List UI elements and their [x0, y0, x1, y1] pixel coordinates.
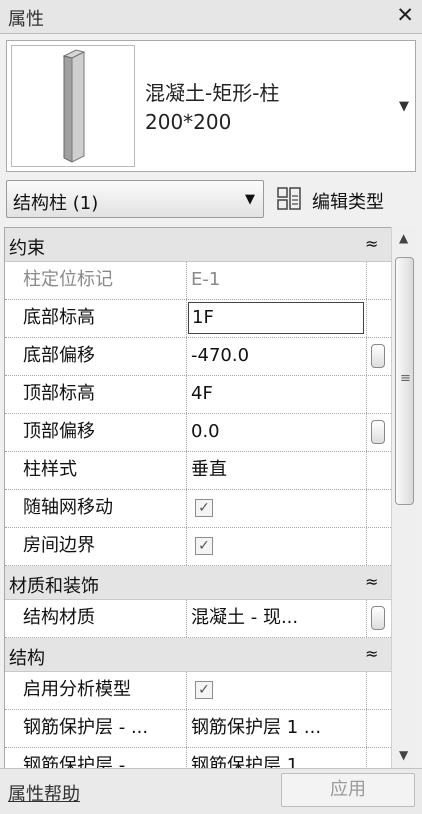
filter-row: 结构柱 (1) ▼ 编辑类型 [6, 178, 418, 222]
column-preview-image [11, 45, 135, 167]
property-row[interactable]: 随轴网移动 ✓ [5, 490, 391, 528]
row-button-cell [367, 338, 391, 375]
checkbox[interactable]: ✓ [195, 499, 213, 517]
property-value: E-1 [187, 262, 367, 299]
scrollbar-thumb[interactable]: ≡ [395, 257, 414, 505]
section-label: 结构 [9, 648, 45, 669]
edit-type-label: 编辑类型 [312, 192, 384, 213]
property-row[interactable]: 启用分析模型 ✓ [5, 672, 391, 710]
section-header-materials[interactable]: 材质和装饰 ≈ [5, 566, 391, 600]
property-name: 柱样式 [5, 452, 187, 489]
property-row[interactable]: 底部偏移 -470.0 [5, 338, 391, 376]
value-picker-button[interactable] [371, 420, 385, 444]
property-value-cell[interactable]: 1F [187, 300, 367, 337]
grip-icon: ≡ [400, 371, 411, 386]
properties-grid[interactable]: 约束 ≈ 柱定位标记 E-1 底部标高 1F 底部偏移 -470.0 顶部标高 … [4, 227, 391, 769]
property-value-cell: ✓ [187, 528, 367, 565]
row-button-cell [367, 710, 391, 747]
property-value[interactable]: 钢筋保护层 1 ... [187, 710, 367, 747]
property-row[interactable]: 底部标高 1F [5, 300, 391, 338]
vertical-scrollbar[interactable]: ▲ ≡ ▼ [391, 227, 417, 768]
property-name: 顶部标高 [5, 376, 187, 413]
property-name: 房间边界 [5, 528, 187, 565]
property-value[interactable]: 钢筋保护层 1 [187, 748, 367, 769]
collapse-icon[interactable]: ≈ [365, 234, 378, 253]
edit-type-icon [277, 187, 301, 210]
checkbox[interactable]: ✓ [195, 681, 213, 699]
property-row[interactable]: 钢筋保护层 - ... 钢筋保护层 1 ... [5, 710, 391, 748]
section-header-constraints[interactable]: 约束 ≈ [5, 228, 391, 262]
close-icon[interactable]: ✕ [396, 3, 414, 27]
row-button-cell [367, 452, 391, 489]
property-row[interactable]: 柱定位标记 E-1 [5, 262, 391, 300]
row-button-cell [367, 528, 391, 565]
instance-filter-dropdown[interactable]: 结构柱 (1) ▼ [6, 180, 264, 218]
panel-title: 属性 [8, 9, 44, 30]
type-selector[interactable]: 混凝土-矩形-柱 200*200 ▼ [6, 40, 416, 172]
type-size-name: 200*200 [145, 110, 232, 134]
section-label: 材质和装饰 [9, 576, 99, 597]
row-button-cell [367, 748, 391, 769]
property-name: 柱定位标记 [5, 262, 187, 299]
property-value[interactable]: 垂直 [187, 452, 367, 489]
value-picker-button[interactable] [371, 344, 385, 368]
scroll-down-icon[interactable]: ▼ [399, 748, 408, 762]
property-name: 顶部偏移 [5, 414, 187, 451]
property-name: 钢筋保护层 - [5, 748, 187, 769]
panel-titlebar: 属性 ✕ [0, 0, 422, 34]
property-name: 随轴网移动 [5, 490, 187, 527]
checkbox[interactable]: ✓ [195, 537, 213, 555]
section-header-structural[interactable]: 结构 ≈ [5, 638, 391, 672]
row-button-cell [367, 414, 391, 451]
property-name: 结构材质 [5, 600, 187, 637]
scroll-up-icon[interactable]: ▲ [399, 231, 408, 245]
type-dropdown-icon[interactable]: ▼ [399, 99, 409, 114]
row-button-cell [367, 672, 391, 709]
property-row[interactable]: 顶部偏移 0.0 [5, 414, 391, 452]
row-button-cell [367, 300, 391, 337]
property-value[interactable]: 混凝土 - 现... [187, 600, 367, 637]
property-value[interactable]: -470.0 [187, 338, 367, 375]
property-name: 启用分析模型 [5, 672, 187, 709]
row-button-cell [367, 600, 391, 637]
property-name: 底部偏移 [5, 338, 187, 375]
property-row[interactable]: 顶部标高 4F [5, 376, 391, 414]
property-value-input[interactable]: 1F [188, 302, 364, 334]
property-value-cell: ✓ [187, 490, 367, 527]
collapse-icon[interactable]: ≈ [365, 572, 378, 591]
properties-help-link[interactable]: 属性帮助 [8, 780, 80, 806]
property-value[interactable]: 0.0 [187, 414, 367, 451]
instance-filter-value: 结构柱 (1) [13, 193, 99, 214]
value-picker-button[interactable] [371, 606, 385, 630]
property-value-cell: ✓ [187, 672, 367, 709]
collapse-icon[interactable]: ≈ [365, 644, 378, 663]
panel-footer: 属性帮助 应用 [0, 768, 422, 814]
property-name: 钢筋保护层 - ... [5, 710, 187, 747]
chevron-down-icon: ▼ [245, 192, 255, 207]
property-row[interactable]: 结构材质 混凝土 - 现... [5, 600, 391, 638]
section-label: 约束 [9, 238, 45, 259]
property-row[interactable]: 柱样式 垂直 [5, 452, 391, 490]
property-name: 底部标高 [5, 300, 187, 337]
row-button-cell [367, 490, 391, 527]
property-row[interactable]: 钢筋保护层 - 钢筋保护层 1 [5, 748, 391, 769]
apply-button[interactable]: 应用 [281, 773, 415, 807]
row-button-cell [367, 376, 391, 413]
type-family-name: 混凝土-矩形-柱 [145, 81, 280, 105]
column-thumbnail-icon [62, 49, 86, 163]
type-name: 混凝土-矩形-柱 200*200 [145, 79, 279, 137]
row-button-cell [367, 262, 391, 299]
property-value[interactable]: 4F [187, 376, 367, 413]
property-row[interactable]: 房间边界 ✓ [5, 528, 391, 566]
